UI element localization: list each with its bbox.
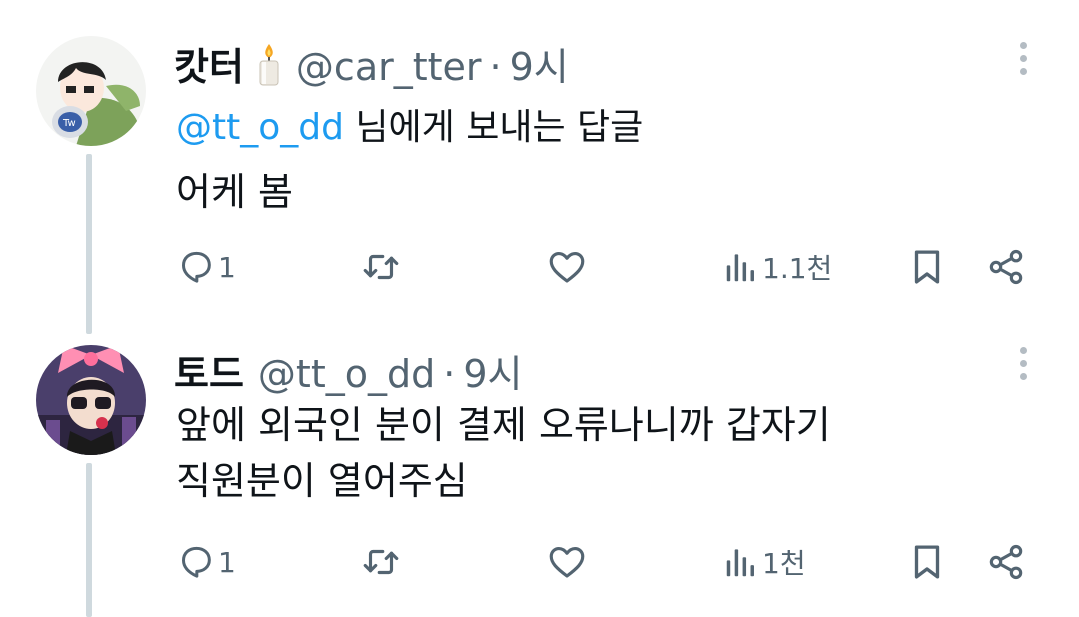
reply-button[interactable]: 1 [176, 242, 236, 292]
tweet-text-line: 어케 봄 [176, 170, 293, 214]
share-icon [989, 249, 1023, 285]
bookmark-button[interactable] [906, 242, 948, 292]
tweet-text-line: 직원분이 열어주심 [176, 459, 468, 503]
tweet[interactable]: 토드 @tt_o_dd · 9시 앞에 외국인 분이 결제 오류나니까 갑자기 … [0, 325, 1079, 617]
reply-icon [182, 251, 211, 283]
bookmark-button[interactable] [906, 537, 948, 587]
reply-button[interactable]: 1 [176, 537, 236, 587]
share-button[interactable] [986, 537, 1026, 587]
heart-icon [549, 546, 585, 578]
avatar[interactable] [36, 345, 146, 455]
views-icon [726, 549, 754, 577]
display-name[interactable]: 토드 [174, 343, 244, 398]
tweet-text: 어케 봄 [176, 164, 293, 220]
views-button[interactable]: 1천 [722, 537, 806, 587]
reply-count: 1 [218, 250, 236, 284]
tweet-text-line: 앞에 외국인 분이 결제 오류나니까 갑자기 [176, 403, 831, 447]
retweet-icon [363, 254, 399, 280]
candle-icon [254, 42, 284, 90]
share-button[interactable] [986, 242, 1026, 292]
timestamp[interactable]: 9시 [510, 36, 569, 91]
share-icon [989, 544, 1023, 580]
user-handle[interactable]: @car_tter [296, 45, 482, 89]
separator-dot: · [443, 352, 456, 396]
views-icon [726, 254, 754, 282]
more-vertical-icon[interactable] [1016, 42, 1030, 82]
tweet-header: 캇터 @car_tter · 9시 [174, 36, 569, 91]
bookmark-icon [914, 545, 940, 579]
views-count: 1.1천 [762, 252, 833, 285]
retweet-button[interactable] [360, 537, 402, 587]
like-button[interactable] [546, 537, 588, 587]
tweet-text: 앞에 외국인 분이 결제 오류나니까 갑자기 직원분이 열어주심 [176, 397, 831, 509]
views-button[interactable]: 1.1천 [722, 242, 832, 292]
views-count: 1천 [762, 547, 806, 580]
tweet[interactable]: Tw 캇터 @car_tter · 9시 @tt_o_dd 님에게 보내는 답글… [0, 0, 1079, 334]
reply-count: 1 [218, 545, 236, 579]
like-button[interactable] [546, 242, 588, 292]
retweet-icon [363, 549, 399, 575]
user-handle[interactable]: @tt_o_dd [258, 352, 435, 396]
display-name[interactable]: 캇터 [174, 36, 244, 91]
replying-to-suffix: 님에게 보내는 답글 [343, 107, 644, 148]
more-vertical-icon[interactable] [1016, 347, 1030, 387]
bookmark-icon [914, 250, 940, 284]
timestamp[interactable]: 9시 [463, 343, 522, 398]
mention-link[interactable]: @tt_o_dd [176, 107, 344, 148]
action-bar: 1 1천 [0, 537, 1079, 587]
svg-text:Tw: Tw [62, 118, 76, 129]
heart-icon [549, 251, 585, 283]
retweet-button[interactable] [360, 242, 402, 292]
action-bar: 1 1.1천 [0, 242, 1079, 292]
avatar[interactable]: Tw [36, 36, 146, 146]
tweet-header: 토드 @tt_o_dd · 9시 [174, 343, 522, 398]
separator-dot: · [489, 45, 502, 89]
replying-to: @tt_o_dd 님에게 보내는 답글 [176, 98, 643, 150]
reply-icon [182, 546, 211, 578]
